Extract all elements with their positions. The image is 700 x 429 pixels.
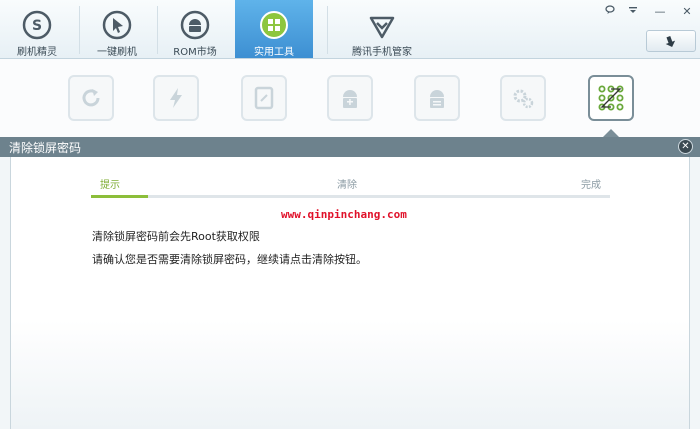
progress-fill xyxy=(91,195,149,198)
dialog-close-button[interactable]: ✕ xyxy=(678,139,693,154)
divider xyxy=(157,6,158,54)
menu-icon xyxy=(628,5,638,18)
tool-settings[interactable] xyxy=(500,75,546,121)
divider xyxy=(327,6,328,54)
nav-tencent-manager[interactable]: 腾讯手机管家 xyxy=(340,0,424,58)
tool-android-box-alt[interactable] xyxy=(414,75,460,121)
cursor-icon xyxy=(102,10,132,40)
return-button[interactable] xyxy=(646,30,696,52)
divider xyxy=(79,6,80,54)
step-hint: 提示 xyxy=(100,180,120,191)
nav-label: 实用工具 xyxy=(254,47,294,58)
top-toolbar: S 刷机精灵 一键刷机 ROM市场 实用工具 腾讯手机管家 — ✕ xyxy=(0,0,700,59)
tool-flash[interactable] xyxy=(153,75,199,121)
arrow-down-return-icon xyxy=(664,33,678,52)
tool-clear-lock-password[interactable] xyxy=(588,75,634,121)
shield-check-icon xyxy=(367,10,397,40)
progress-track xyxy=(91,195,610,198)
nav-flash-genie[interactable]: S 刷机精灵 xyxy=(0,0,74,58)
nav-label: ROM市场 xyxy=(173,47,217,58)
nav-rom-market[interactable]: ROM市场 xyxy=(160,0,230,58)
shield-s-icon: S xyxy=(22,10,52,40)
feedback-button[interactable] xyxy=(601,4,619,20)
step-done: 完成 xyxy=(581,180,601,191)
tool-refresh[interactable] xyxy=(68,75,114,121)
tool-tablet[interactable] xyxy=(241,75,287,121)
message-line-1: 清除锁屏密码前会先Root获取权限 xyxy=(92,230,260,243)
step-clear: 清除 xyxy=(337,180,357,191)
android-icon xyxy=(180,10,210,40)
speech-bubble-icon xyxy=(605,5,615,18)
grid-icon xyxy=(259,10,289,40)
tools-strip xyxy=(0,59,700,137)
tool-android-box[interactable] xyxy=(327,75,373,121)
selection-pointer xyxy=(603,129,619,137)
nav-one-click-flash[interactable]: 一键刷机 xyxy=(82,0,152,58)
svg-text:S: S xyxy=(32,18,42,34)
dialog-header: 清除锁屏密码 ✕ xyxy=(0,137,700,157)
dialog-title: 清除锁屏密码 xyxy=(9,141,82,155)
window-close-button[interactable]: ✕ xyxy=(678,4,696,20)
nav-label: 刷机精灵 xyxy=(17,47,57,58)
message-line-2: 请确认您是否需要清除锁屏密码，继续请点击清除按钮。 xyxy=(92,253,367,266)
menu-button[interactable] xyxy=(624,4,642,20)
watermark-text: www.qinpinchang.com xyxy=(281,208,407,221)
nav-label: 一键刷机 xyxy=(97,47,137,58)
minimize-button[interactable]: — xyxy=(651,4,669,20)
nav-label: 腾讯手机管家 xyxy=(352,47,412,58)
nav-utilities[interactable]: 实用工具 xyxy=(235,0,313,58)
